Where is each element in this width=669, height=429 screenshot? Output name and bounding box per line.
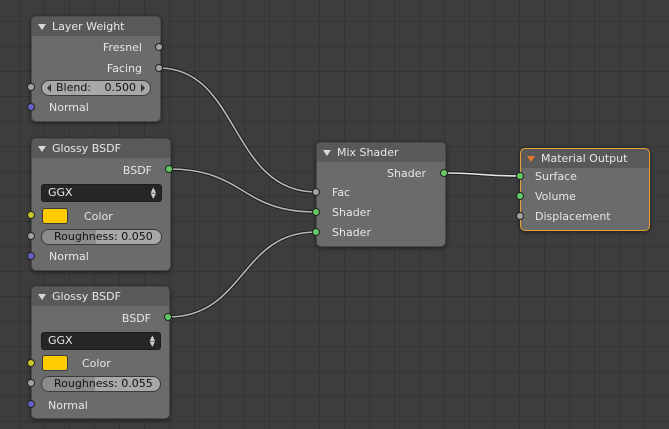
blend-label: Blend: [56,81,92,94]
input-normal-label: Normal [49,250,89,263]
distribution-value: GGX [48,186,73,199]
distribution-value: GGX [48,334,73,347]
socket-bsdf-output[interactable] [165,165,173,173]
socket-displacement-input[interactable] [516,212,524,220]
output-shader-label: Shader [387,167,426,180]
color-swatch[interactable] [42,208,68,224]
node-title: Mix Shader [337,146,399,159]
node-header[interactable]: Glossy BSDF [32,139,170,158]
collapse-arrow-icon[interactable] [323,150,331,156]
roughness-slider[interactable]: Roughness: 0.055 [41,376,161,392]
socket-fac-input[interactable] [312,188,320,196]
distribution-dropdown[interactable]: GGX ▲ ▼ [41,332,161,350]
socket-shader-output[interactable] [440,169,448,177]
output-facing-label: Facing [106,62,142,75]
socket-roughness-input[interactable] [27,379,35,387]
socket-surface-input[interactable] [516,172,524,180]
input-shader-2-label: Shader [332,226,371,239]
node-header[interactable]: Layer Weight [32,17,160,36]
socket-normal-input[interactable] [27,252,35,260]
distribution-dropdown[interactable]: GGX ▲ ▼ [41,184,162,202]
color-swatch[interactable] [42,355,68,371]
input-shader-1-label: Shader [332,206,371,219]
socket-volume-input[interactable] [516,192,524,200]
material-output-node[interactable]: Material Output Surface Volume Displacem… [520,148,650,231]
link-mix-to-surface [443,171,521,178]
input-displacement-label: Displacement [535,210,611,223]
link-facing-to-fac [158,66,317,194]
input-surface-label: Surface [535,170,577,183]
updown-arrows-icon: ▲ ▼ [149,334,155,348]
collapse-arrow-icon[interactable] [38,294,46,300]
glossy-bsdf-node-1[interactable]: Glossy BSDF BSDF GGX ▲ ▼ Color Roughness:… [31,138,171,271]
node-header[interactable]: Material Output [521,149,649,168]
increment-arrow-icon[interactable] [141,84,145,92]
socket-facing-output[interactable] [155,64,163,72]
mix-shader-node[interactable]: Mix Shader Shader Fac Shader Shader [316,142,446,247]
output-bsdf-label: BSDF [121,312,151,325]
node-title: Material Output [541,152,628,165]
updown-arrows-icon: ▲ ▼ [150,186,156,200]
input-normal-label: Normal [48,399,88,412]
socket-color-input[interactable] [27,359,35,367]
blend-field[interactable]: Blend: 0.500 [41,80,151,96]
socket-roughness-input[interactable] [27,232,35,240]
node-header[interactable]: Mix Shader [317,143,445,162]
input-fac-label: Fac [332,186,351,199]
link-glossy2-to-shader2 [167,230,317,319]
collapse-arrow-icon[interactable] [38,146,46,152]
output-fresnel-label: Fresnel [102,41,142,54]
decrement-arrow-icon[interactable] [47,84,51,92]
socket-shader-1-input[interactable] [312,208,320,216]
socket-bsdf-output[interactable] [164,313,172,321]
color-label: Color [82,357,111,370]
socket-normal-input[interactable] [27,400,35,408]
node-title: Glossy BSDF [52,290,121,303]
link-glossy1-to-shader1 [168,167,317,214]
collapse-arrow-icon[interactable] [527,156,535,162]
socket-shader-2-input[interactable] [312,228,320,236]
glossy-bsdf-node-2[interactable]: Glossy BSDF BSDF GGX ▲ ▼ Color Roughness:… [31,286,170,419]
roughness-text: Roughness: 0.055 [54,377,153,390]
color-label: Color [84,210,113,223]
node-header[interactable]: Glossy BSDF [32,287,169,306]
node-title: Layer Weight [52,20,125,33]
socket-normal-input[interactable] [27,103,35,111]
collapse-arrow-icon[interactable] [38,24,46,30]
socket-blend-input[interactable] [27,83,35,91]
output-bsdf-label: BSDF [122,164,152,177]
roughness-slider[interactable]: Roughness: 0.050 [41,229,162,245]
node-title: Glossy BSDF [52,142,121,155]
blend-value: 0.500 [104,81,137,94]
layer-weight-node[interactable]: Layer Weight Fresnel Facing Blend: 0.500… [31,16,161,122]
input-normal-label: Normal [49,101,89,114]
socket-fresnel-output[interactable] [155,43,163,51]
socket-color-input[interactable] [27,211,35,219]
input-volume-label: Volume [535,190,576,203]
roughness-text: Roughness: 0.050 [54,230,153,243]
